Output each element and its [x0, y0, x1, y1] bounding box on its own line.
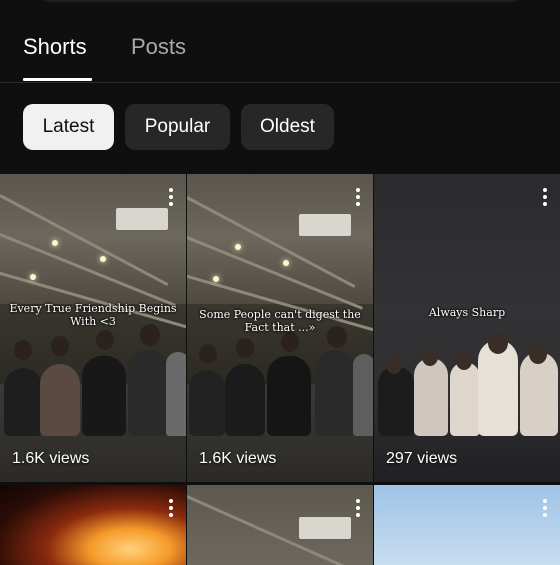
more-vert-icon[interactable] — [542, 499, 548, 519]
short-caption: Always Sharp — [428, 306, 506, 319]
tab-shorts[interactable]: Shorts — [23, 34, 87, 60]
active-tab-indicator — [23, 78, 92, 81]
short-thumbnail[interactable] — [374, 485, 560, 565]
thumbnail-image — [0, 485, 186, 565]
chip-popular[interactable]: Popular — [125, 104, 230, 150]
more-vert-icon[interactable] — [542, 188, 548, 208]
short-thumbnail[interactable] — [0, 485, 186, 565]
view-count: 1.6K views — [199, 450, 277, 467]
thumbnail-image — [0, 174, 186, 482]
short-thumbnail[interactable]: Some People can't digest the Fact that .… — [187, 174, 373, 482]
short-caption: Every True Friendship Begins With <3 — [9, 302, 177, 328]
thumbnail-image — [374, 174, 560, 482]
sort-chips: Latest Popular Oldest — [0, 104, 560, 152]
short-thumbnail[interactable] — [187, 485, 373, 565]
chip-latest[interactable]: Latest — [23, 104, 114, 150]
view-count: 297 views — [386, 450, 458, 467]
short-thumbnail[interactable]: Every True Friendship Begins With <3 1.6… — [0, 174, 186, 482]
channel-tabs: Shorts Posts — [0, 0, 560, 83]
tab-posts[interactable]: Posts — [131, 34, 186, 60]
short-thumbnail[interactable]: Always Sharp 297 views — [374, 174, 560, 482]
thumbnail-image — [374, 485, 560, 565]
more-vert-icon[interactable] — [355, 499, 361, 519]
more-vert-icon[interactable] — [168, 188, 174, 208]
chip-oldest[interactable]: Oldest — [241, 104, 334, 150]
thumbnail-image — [187, 485, 373, 565]
more-vert-icon[interactable] — [355, 188, 361, 208]
view-count: 1.6K views — [12, 450, 90, 467]
short-caption: Some People can't digest the Fact that .… — [199, 308, 361, 334]
more-vert-icon[interactable] — [168, 499, 174, 519]
